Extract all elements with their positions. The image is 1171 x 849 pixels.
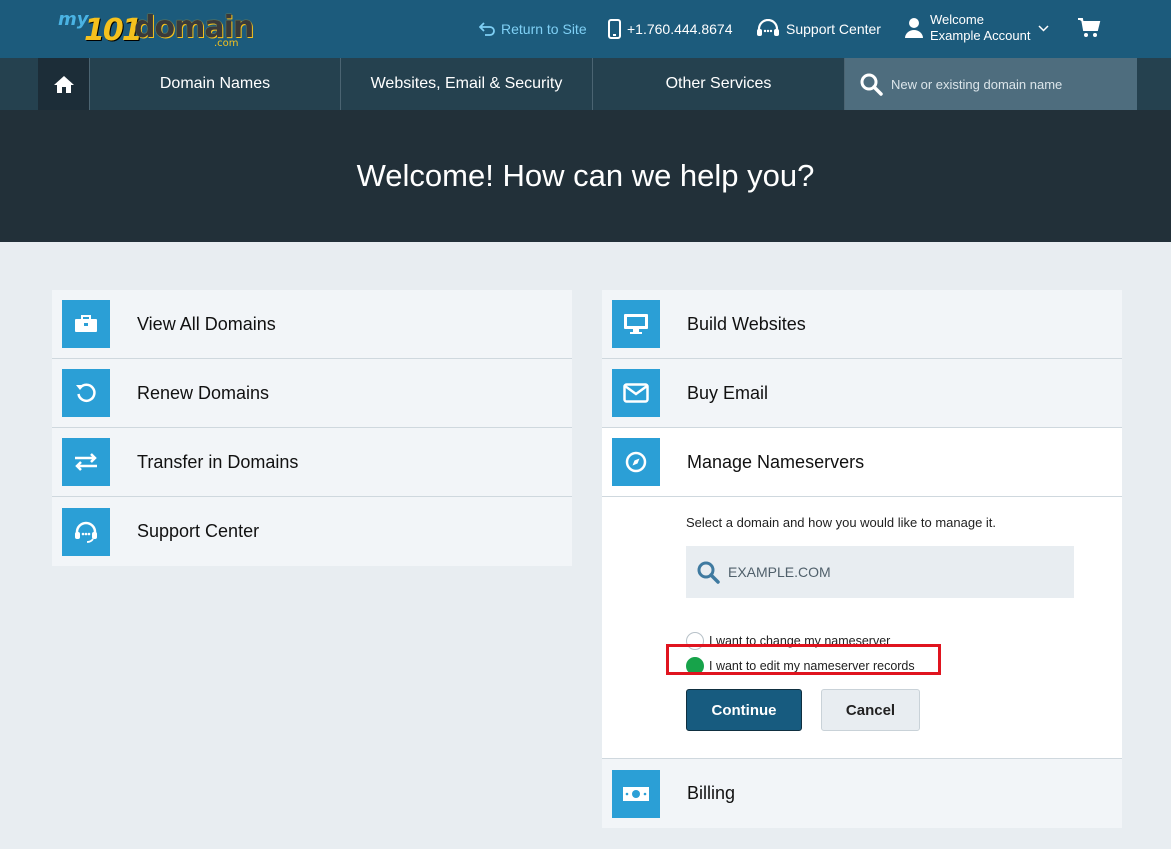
search-icon [697,561,720,584]
user-icon [905,18,923,38]
card-support-center[interactable]: Support Center [52,497,572,566]
card-label: Billing [687,783,736,803]
continue-button[interactable]: Continue [686,689,802,731]
cart-button[interactable] [1077,17,1101,44]
briefcase-icon [62,300,110,348]
card-label: Manage Nameservers [687,451,865,472]
card-view-all-domains[interactable]: View All Domains [52,290,572,359]
top-bar: my 101 domain .com Return to Site +1.760… [0,0,1171,58]
page-title: Welcome! How can we help you? [356,158,815,193]
highlight-box [666,644,941,675]
logo-tld: .com [214,38,239,49]
right-card-list: Build Websites Buy Email Manage Nameserv… [602,290,1122,828]
account-name: Example Account [930,28,1031,43]
card-label: Build Websites [687,313,806,334]
phone-number: +1.760.444.8674 [627,21,733,37]
site-logo[interactable]: my 101 domain .com [58,8,254,49]
home-icon [53,75,74,93]
phone-icon [608,19,621,39]
card-manage-nameservers[interactable]: Manage Nameservers [602,428,1122,497]
card-renew-domains[interactable]: Renew Domains [52,359,572,428]
domain-select-field[interactable] [686,546,1074,598]
welcome-label: Welcome [930,12,984,27]
hero-banner: Welcome! How can we help you? [0,110,1171,242]
main-nav: Domain Names Websites, Email & Security … [0,58,1171,110]
domain-select-input[interactable] [728,564,1048,580]
monitor-icon [612,300,660,348]
money-icon [612,769,660,818]
return-to-site-link[interactable]: Return to Site [479,0,587,58]
compass-icon [612,438,660,486]
return-arrow-icon [479,22,495,36]
card-label: Buy Email [687,382,769,403]
nameserver-panel: Select a domain and how you would like t… [602,497,1122,759]
account-menu[interactable]: Welcome Example Account [904,12,1049,44]
card-billing[interactable]: Billing [602,759,1122,828]
card-label: Renew Domains [137,382,270,403]
home-button[interactable] [38,58,90,110]
cancel-button[interactable]: Cancel [821,689,920,731]
cart-icon [1078,18,1101,37]
headset-icon [757,19,779,36]
domain-search[interactable] [845,58,1137,110]
nameserver-hint: Select a domain and how you would like t… [686,515,997,530]
domain-search-input[interactable] [891,76,1131,92]
renew-icon [62,369,110,417]
card-label: Support Center [137,521,260,541]
card-buy-email[interactable]: Buy Email [602,359,1122,428]
headset-icon [62,507,110,556]
phone-link[interactable]: +1.760.444.8674 [608,0,733,58]
nav-websites-email-security[interactable]: Websites, Email & Security [341,58,593,110]
nav-domain-names[interactable]: Domain Names [90,58,341,110]
search-icon [860,73,883,96]
left-card-list: View All Domains Renew Domains Transfer … [52,290,572,566]
envelope-icon [612,369,660,417]
card-transfer-in-domains[interactable]: Transfer in Domains [52,428,572,497]
card-label: View All Domains [137,313,276,334]
card-label: Transfer in Domains [137,451,299,472]
transfer-icon [62,438,110,486]
nav-other-services[interactable]: Other Services [593,58,845,110]
card-build-websites[interactable]: Build Websites [602,290,1122,359]
return-to-site-label: Return to Site [501,21,587,37]
support-center-link[interactable]: Support Center [756,0,881,58]
logo-number: 101 [84,13,143,48]
chevron-down-icon [1038,24,1049,32]
support-center-label: Support Center [786,21,881,37]
